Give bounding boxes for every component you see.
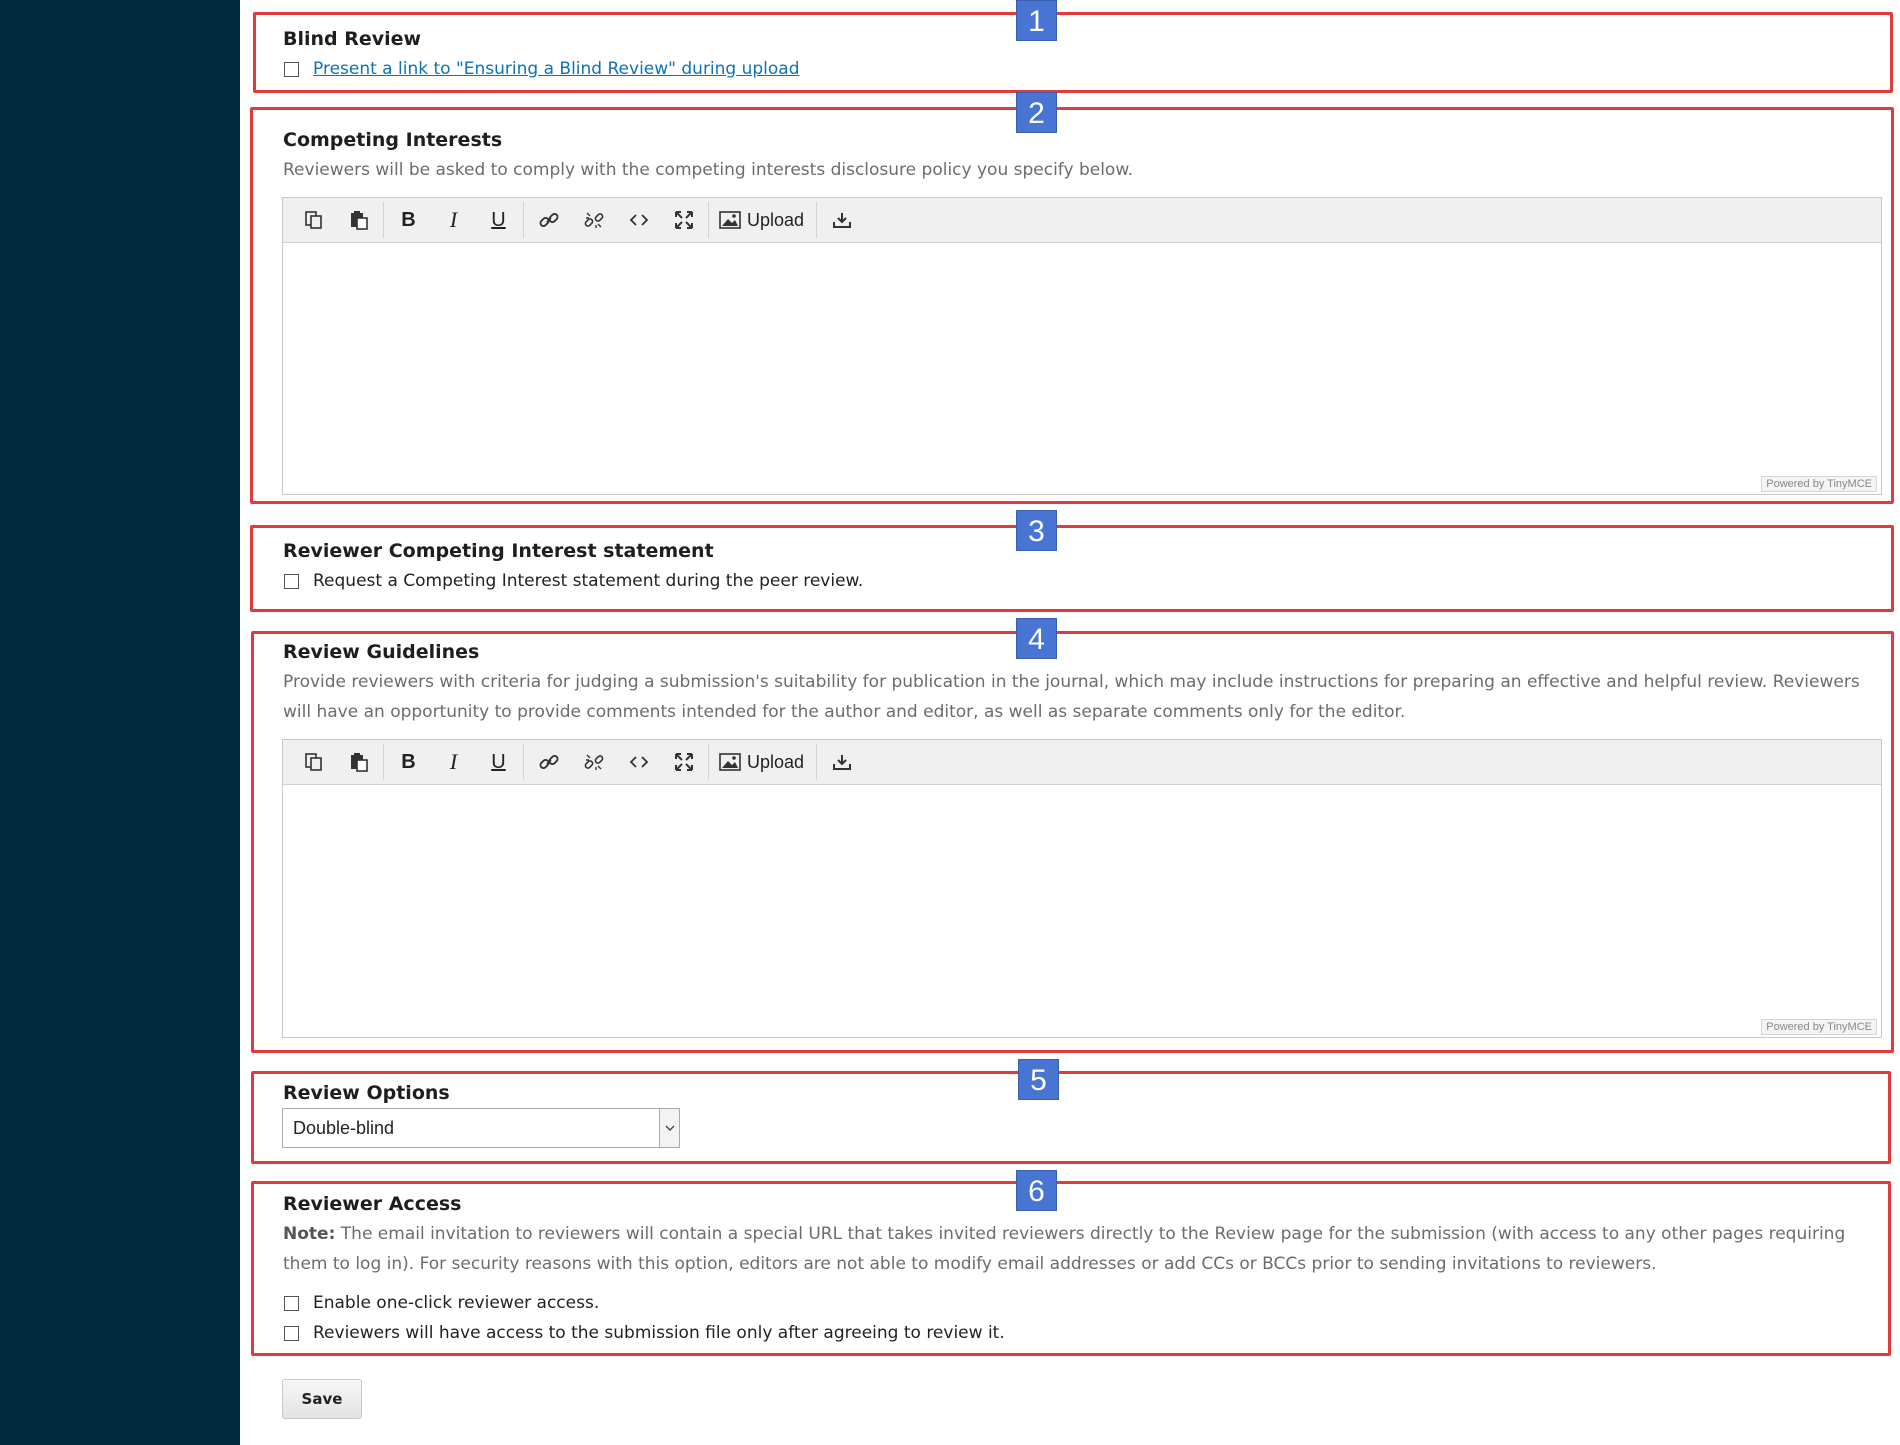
toolbar-separator xyxy=(523,744,524,780)
toolbar-separator xyxy=(708,202,709,238)
bold-icon[interactable]: B xyxy=(386,744,431,780)
toolbar-separator xyxy=(383,744,384,780)
reviewer-access-title: Reviewer Access xyxy=(283,1193,462,1215)
review-guidelines-title: Review Guidelines xyxy=(283,641,480,663)
upload-image-button[interactable]: Upload xyxy=(711,744,814,780)
copy-icon[interactable] xyxy=(291,202,336,238)
section-badge-6: 6 xyxy=(1016,1170,1057,1211)
powered-by-tinymce[interactable]: Powered by TinyMCE xyxy=(1761,476,1877,492)
toolbar-separator xyxy=(383,202,384,238)
insert-file-icon[interactable] xyxy=(819,744,864,780)
blind-review-checkbox[interactable] xyxy=(284,61,299,77)
review-options-title: Review Options xyxy=(283,1082,450,1104)
blind-review-option[interactable]: Present a link to "Ensuring a Blind Revi… xyxy=(284,57,800,81)
blind-review-link[interactable]: Present a link to "Ensuring a Blind Revi… xyxy=(313,59,800,79)
main-content: 1 Blind Review Present a link to "Ensuri… xyxy=(240,0,1900,1445)
note-label: Note: xyxy=(283,1224,336,1244)
reviewer-ci-statement-option[interactable]: Request a Competing Interest statement d… xyxy=(284,569,863,593)
italic-icon[interactable]: I xyxy=(431,744,476,780)
fullscreen-icon[interactable] xyxy=(661,744,706,780)
access-after-agree-checkbox[interactable] xyxy=(284,1325,299,1341)
one-click-access-option[interactable]: Enable one-click reviewer access. xyxy=(284,1291,599,1315)
upload-image-button[interactable]: Upload xyxy=(711,202,814,238)
chevron-down-icon[interactable] xyxy=(659,1109,679,1147)
access-after-agree-option[interactable]: Reviewers will have access to the submis… xyxy=(284,1321,1005,1345)
toolbar-separator xyxy=(816,202,818,238)
reviewer-ci-statement-checkbox[interactable] xyxy=(284,573,299,589)
editor-toolbar: B I U Upload xyxy=(283,740,1881,785)
left-sidebar xyxy=(0,0,240,1445)
editor-content-area[interactable] xyxy=(283,785,1881,1037)
toolbar-separator xyxy=(708,744,709,780)
review-guidelines-editor: B I U Upload Powered by TinyMCE xyxy=(282,739,1882,1038)
paste-icon[interactable] xyxy=(336,744,381,780)
competing-interests-editor: B I U Upload Powered by TinyMCE xyxy=(282,197,1882,495)
editor-content-area[interactable] xyxy=(283,243,1881,494)
code-icon[interactable] xyxy=(616,744,661,780)
toolbar-separator xyxy=(816,744,818,780)
save-button[interactable]: Save xyxy=(282,1379,362,1419)
underline-icon[interactable]: U xyxy=(476,744,521,780)
bold-icon[interactable]: B xyxy=(386,202,431,238)
underline-icon[interactable]: U xyxy=(476,202,521,238)
paste-icon[interactable] xyxy=(336,202,381,238)
section-badge-5: 5 xyxy=(1018,1059,1059,1100)
note-text: The email invitation to reviewers will c… xyxy=(283,1224,1846,1274)
section-badge-2: 2 xyxy=(1016,92,1057,133)
toolbar-separator xyxy=(523,202,524,238)
review-options-select[interactable]: Double-blind xyxy=(282,1108,680,1148)
unlink-icon[interactable] xyxy=(571,202,616,238)
link-icon[interactable] xyxy=(526,744,571,780)
fullscreen-icon[interactable] xyxy=(661,202,706,238)
copy-icon[interactable] xyxy=(291,744,336,780)
reviewer-access-note: Note: The email invitation to reviewers … xyxy=(283,1219,1873,1279)
section-badge-4: 4 xyxy=(1016,618,1057,659)
section-badge-3: 3 xyxy=(1016,510,1057,551)
unlink-icon[interactable] xyxy=(571,744,616,780)
blind-review-title: Blind Review xyxy=(283,28,422,50)
review-guidelines-description: Provide reviewers with criteria for judg… xyxy=(283,672,1860,722)
image-icon xyxy=(719,211,741,229)
one-click-access-checkbox[interactable] xyxy=(284,1295,299,1311)
link-icon[interactable] xyxy=(526,202,571,238)
section-badge-1: 1 xyxy=(1016,0,1057,41)
competing-interests-title: Competing Interests xyxy=(283,129,503,151)
italic-icon[interactable]: I xyxy=(431,202,476,238)
insert-file-icon[interactable] xyxy=(819,202,864,238)
powered-by-tinymce[interactable]: Powered by TinyMCE xyxy=(1761,1019,1877,1035)
image-icon xyxy=(719,753,741,771)
editor-toolbar: B I U Upload xyxy=(283,198,1881,243)
reviewer-ci-statement-title: Reviewer Competing Interest statement xyxy=(283,540,714,562)
code-icon[interactable] xyxy=(616,202,661,238)
competing-interests-description: Reviewers will be asked to comply with t… xyxy=(283,160,1134,180)
